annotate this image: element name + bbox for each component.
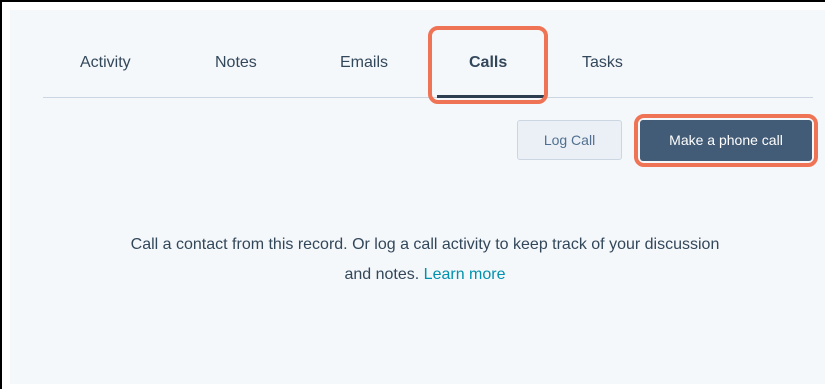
learn-more-link[interactable]: Learn more (424, 266, 506, 283)
tab-tasks[interactable]: Tasks (582, 48, 623, 78)
calls-panel: Activity Notes Emails Calls Tasks Log Ca… (10, 10, 825, 384)
screenshot-frame: Activity Notes Emails Calls Tasks Log Ca… (0, 0, 825, 389)
tab-emails[interactable]: Emails (340, 48, 388, 78)
make-phone-call-button[interactable]: Make a phone call (640, 120, 812, 161)
calls-tab-highlight (428, 26, 548, 104)
empty-state-line-2-text: and notes. (344, 266, 420, 283)
empty-state-line-2: and notes. Learn more (50, 260, 800, 290)
empty-state-message: Call a contact from this record. Or log … (50, 230, 800, 290)
log-call-button[interactable]: Log Call (517, 120, 622, 160)
empty-state-line-1: Call a contact from this record. Or log … (130, 236, 720, 253)
tab-notes[interactable]: Notes (215, 48, 257, 78)
tab-activity[interactable]: Activity (80, 48, 131, 78)
